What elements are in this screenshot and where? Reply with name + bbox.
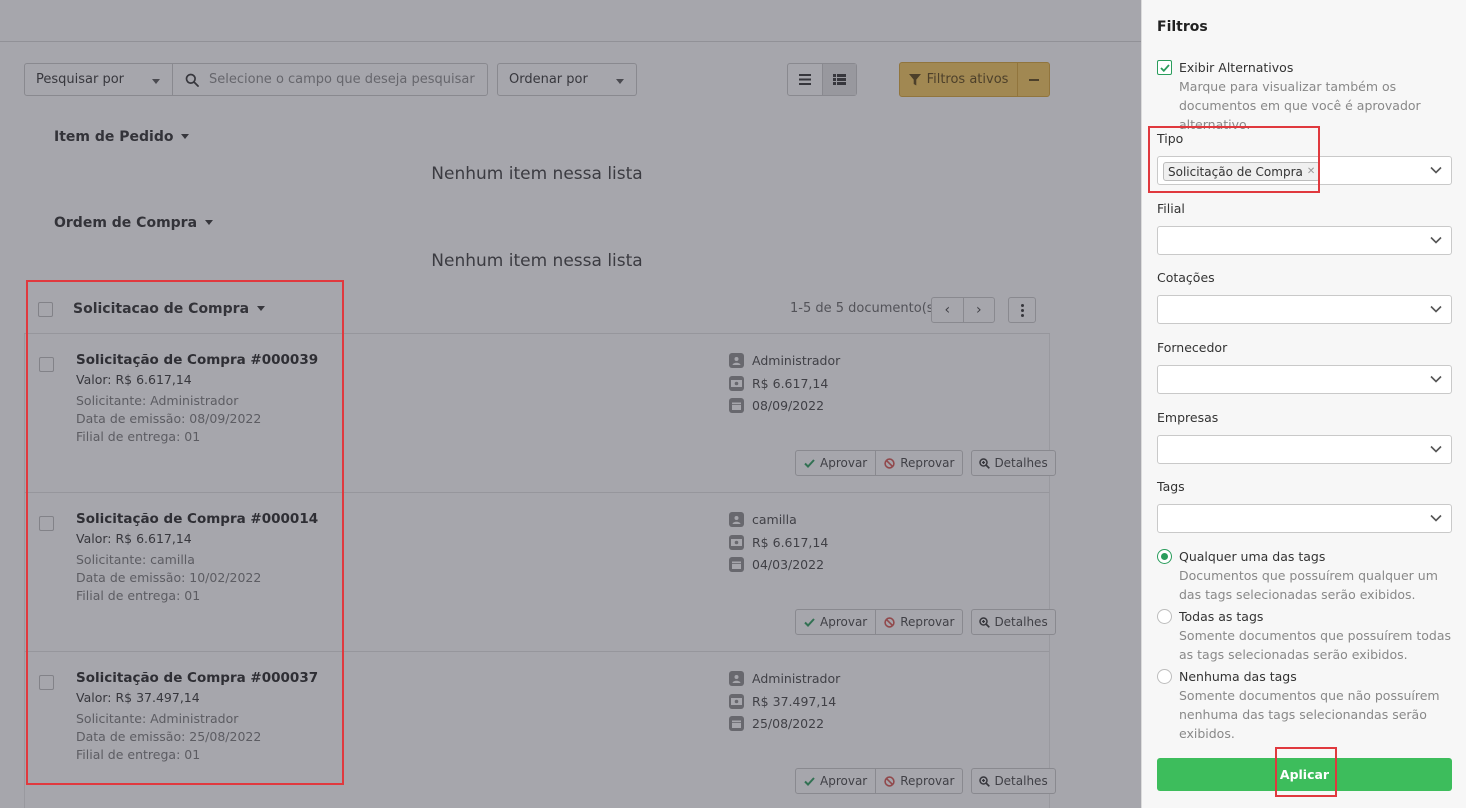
modal-backdrop[interactable] xyxy=(0,0,1141,808)
remove-tag-icon[interactable]: ✕ xyxy=(1307,166,1315,177)
chevron-down-icon xyxy=(1430,445,1442,453)
show-alternatives-checkbox[interactable] xyxy=(1157,60,1172,75)
branch-label: Filial xyxy=(1157,201,1185,216)
tag-mode-any-radio[interactable] xyxy=(1157,549,1172,564)
chevron-down-icon xyxy=(1430,166,1442,174)
tag-mode-none-label: Nenhuma das tags xyxy=(1179,669,1297,684)
chevron-down-icon xyxy=(1430,236,1442,244)
show-alternatives-help: Marque para visualizar também os documen… xyxy=(1179,79,1421,132)
selected-type-label: Solicitação de Compra xyxy=(1168,164,1303,179)
supplier-label: Fornecedor xyxy=(1157,340,1228,355)
filters-panel-title: Filtros xyxy=(1157,19,1208,35)
quotes-label: Cotações xyxy=(1157,270,1215,285)
tag-mode-any-label: Qualquer uma das tags xyxy=(1179,549,1326,564)
tag-mode-all-radio[interactable] xyxy=(1157,609,1172,624)
tag-mode-all-label: Todas as tags xyxy=(1179,609,1264,624)
chevron-down-icon xyxy=(1430,305,1442,313)
supplier-select[interactable] xyxy=(1157,365,1452,394)
branch-select[interactable] xyxy=(1157,226,1452,255)
companies-select[interactable] xyxy=(1157,435,1452,464)
apply-filters-button[interactable]: Aplicar xyxy=(1157,758,1452,791)
type-select[interactable]: Solicitação de Compra ✕ xyxy=(1157,156,1452,185)
quotes-select[interactable] xyxy=(1157,295,1452,324)
tag-mode-any-help: Documentos que possuírem qualquer um das… xyxy=(1179,568,1438,602)
show-alternatives-label: Exibir Alternativos xyxy=(1179,60,1294,75)
tag-mode-none-radio[interactable] xyxy=(1157,669,1172,684)
selected-type-tag: Solicitação de Compra ✕ xyxy=(1163,162,1321,181)
companies-label: Empresas xyxy=(1157,410,1219,425)
tag-mode-none-help: Somente documentos que não possuírem nen… xyxy=(1179,688,1440,741)
chevron-down-icon xyxy=(1430,514,1442,522)
tags-label: Tags xyxy=(1157,479,1185,494)
check-icon xyxy=(1159,63,1170,72)
type-label: Tipo xyxy=(1157,131,1184,146)
documents-main-area: Pesquisar por Selecione o campo que dese… xyxy=(0,0,1141,808)
filters-panel: Filtros Exibir Alternativos Marque para … xyxy=(1141,0,1466,808)
chevron-down-icon xyxy=(1430,375,1442,383)
tags-select[interactable] xyxy=(1157,504,1452,533)
tag-mode-all-help: Somente documentos que possuírem todas a… xyxy=(1179,628,1452,662)
